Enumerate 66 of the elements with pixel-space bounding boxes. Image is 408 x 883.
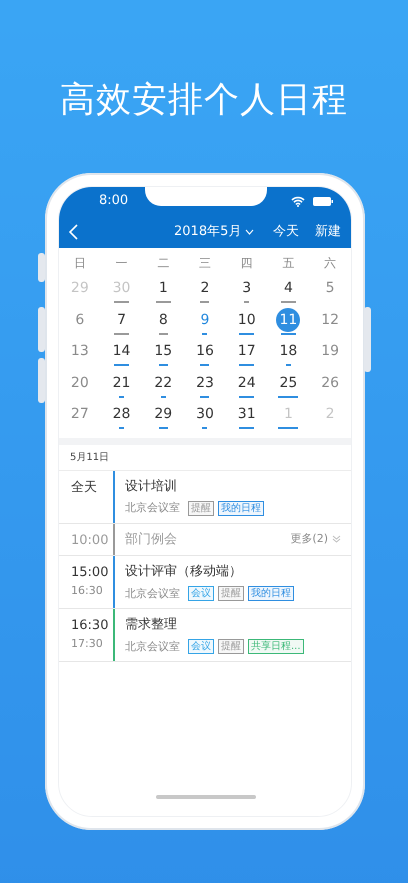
event-location: 北京会议室 [125,500,180,516]
headline: 高效安排个人日程 [59,79,349,122]
date-cell[interactable]: 28 [110,402,134,426]
weekday-label: 五 [281,255,296,272]
event-location: 北京会议室 [125,586,180,602]
more-link[interactable]: 更多(2) [290,531,328,548]
date-cell[interactable]: 24 [234,370,259,394]
date-cell[interactable]: 3 [234,276,259,300]
back-icon[interactable] [69,224,78,240]
agenda-date: 5月11日 [59,444,351,470]
weekday-label: 一 [114,255,129,272]
date-cell[interactable]: 2 [192,276,217,300]
event-row[interactable]: 15:00 16:30 设计评审（移动端） 北京会议室 会议 提醒 我的日程 [59,556,351,609]
event-tag: 会议 [188,586,214,602]
start-time: 全天 [71,478,98,496]
date-cell[interactable]: 1 [151,276,176,300]
event-row[interactable]: 16:30 17:30 需求整理 北京会议室 会议 提醒 共享日程... [59,609,351,662]
date-cell[interactable]: 9 [192,308,217,332]
event-title: 需求整理 [125,616,177,634]
event-location: 北京会议室 [125,638,180,654]
weekday-label: 二 [156,255,170,272]
date-cell[interactable]: 14 [110,339,134,363]
weekday-label: 三 [198,255,212,272]
event-title: 设计评审（移动端） [125,563,242,581]
event-tag: 我的日程 [248,586,294,602]
event-tag: 提醒 [218,586,244,602]
start-time: 15:00 [71,564,110,582]
weekday-label: 六 [323,255,338,272]
end-time: 17:30 [71,636,104,652]
date-cell[interactable]: 25 [276,370,300,394]
date-cell[interactable]: 15 [151,339,176,363]
date-cell[interactable]: 7 [110,308,134,332]
date-cell[interactable]: 4 [276,276,300,300]
status-time: 8:00 [99,192,128,210]
event-tag: 共享日程... [248,639,304,654]
weekday-label: 四 [240,255,254,272]
today-button[interactable]: 今天 [273,222,299,242]
event-title: 部门例会 [125,530,177,548]
event-tag: 会议 [188,639,214,654]
date-cell[interactable]: 10 [234,308,259,332]
start-time: 10:00 [71,532,110,550]
event-tag: 我的日程 [218,500,264,516]
double-chevron-icon [332,535,341,544]
event-title: 设计培训 [125,478,177,496]
date-cell[interactable]: 17 [234,339,259,363]
date-cell[interactable]: 22 [151,370,176,394]
date-cell[interactable]: 30 [192,402,217,426]
weekday-label: 日 [72,255,87,272]
new-button[interactable]: 新建 [315,222,341,242]
event-tag: 提醒 [188,500,214,516]
date-cell[interactable]: 31 [234,402,259,426]
event-row[interactable]: 10:00 部门例会 更多(2) [59,524,351,556]
date-cell[interactable]: 8 [151,308,176,332]
date-cell[interactable]: 16 [192,339,217,363]
battery-icon [313,196,333,206]
wifi-icon [291,196,305,206]
month-selector[interactable]: 2018年5月 [174,222,254,242]
date-cell[interactable]: 18 [276,339,300,363]
date-cell[interactable]: 21 [110,370,134,394]
start-time: 16:30 [71,617,110,635]
caret-icon [245,228,254,234]
event-tag: 提醒 [218,639,244,654]
date-cell[interactable]: 23 [192,370,217,394]
date-cell[interactable]: 29 [151,402,176,426]
event-row[interactable]: 全天 设计培训 北京会议室 提醒 我的日程 [59,470,351,524]
end-time: 16:30 [71,582,104,598]
